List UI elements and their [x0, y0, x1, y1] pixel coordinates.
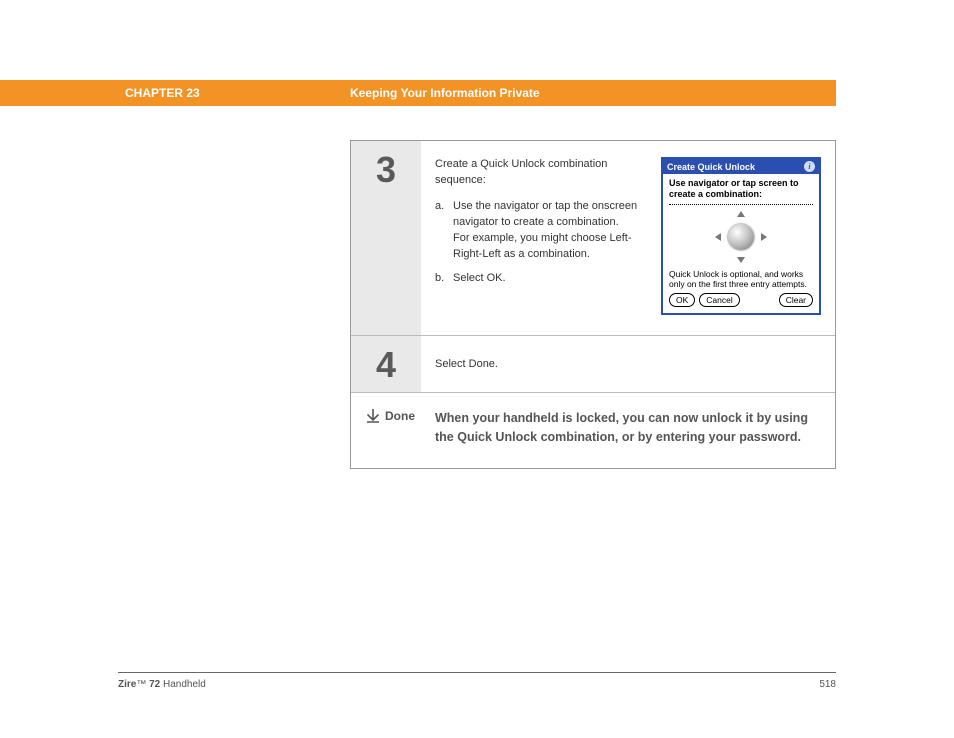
nav-up-icon [737, 211, 745, 217]
done-arrow-icon [367, 409, 379, 423]
section-title: Keeping Your Information Private [350, 80, 540, 106]
step-row-done: Done When your handheld is locked, you c… [351, 393, 835, 469]
info-icon: i [804, 161, 815, 172]
substep-b: b. Select OK. [435, 271, 651, 287]
nav-down-icon [737, 257, 745, 263]
nav-right-icon [761, 233, 767, 241]
pda-input-line [669, 204, 813, 205]
pda-screenshot: Create Quick Unlock i Use navigator or t… [661, 157, 821, 315]
step-body: Create a Quick Unlock combination sequen… [421, 141, 835, 335]
step-row-4: 4 Select Done. [351, 336, 835, 393]
pda-instruction: Use navigator or tap screen to create a … [669, 178, 813, 200]
chapter-header: CHAPTER 23 Keeping Your Information Priv… [0, 80, 836, 106]
done-text: When your handheld is locked, you can no… [421, 393, 835, 469]
product-type: Handheld [160, 679, 206, 690]
product-model: 72 [146, 679, 160, 690]
step-intro: Create a Quick Unlock combination sequen… [435, 157, 651, 189]
substep-a-label: a. [435, 199, 453, 263]
step-number: 4 [351, 336, 421, 392]
pda-titlebar: Create Quick Unlock i [663, 159, 819, 174]
pda-clear-button: Clear [779, 293, 813, 307]
substep-b-text: Select OK. [453, 271, 651, 287]
step-row-3: 3 Create a Quick Unlock combination sequ… [351, 141, 835, 336]
pda-title-text: Create Quick Unlock [667, 162, 755, 172]
pda-cancel-button: Cancel [699, 293, 739, 307]
step-body: Select Done. [421, 336, 835, 392]
chapter-number: CHAPTER 23 [125, 80, 200, 106]
pda-button-row: OK Cancel Clear [669, 293, 813, 307]
done-label-cell: Done [351, 393, 421, 469]
step-number: 3 [351, 141, 421, 335]
nav-center-icon [728, 224, 754, 250]
product-name: Zire™ 72 Handheld [118, 679, 206, 690]
pda-navigator [715, 211, 767, 263]
pda-note: Quick Unlock is optional, and works only… [669, 269, 813, 289]
pda-ok-button: OK [669, 293, 695, 307]
product-brand: Zire [118, 679, 136, 690]
done-label: Done [385, 409, 415, 423]
nav-left-icon [715, 233, 721, 241]
trademark-symbol: ™ [136, 679, 146, 690]
substep-b-label: b. [435, 271, 453, 287]
substep-a: a. Use the navigator or tap the onscreen… [435, 199, 651, 263]
substep-a-text: Use the navigator or tap the onscreen na… [453, 199, 651, 263]
page-footer: Zire™ 72 Handheld 518 [118, 672, 836, 690]
page-number: 518 [819, 679, 836, 690]
steps-table: 3 Create a Quick Unlock combination sequ… [350, 140, 836, 469]
